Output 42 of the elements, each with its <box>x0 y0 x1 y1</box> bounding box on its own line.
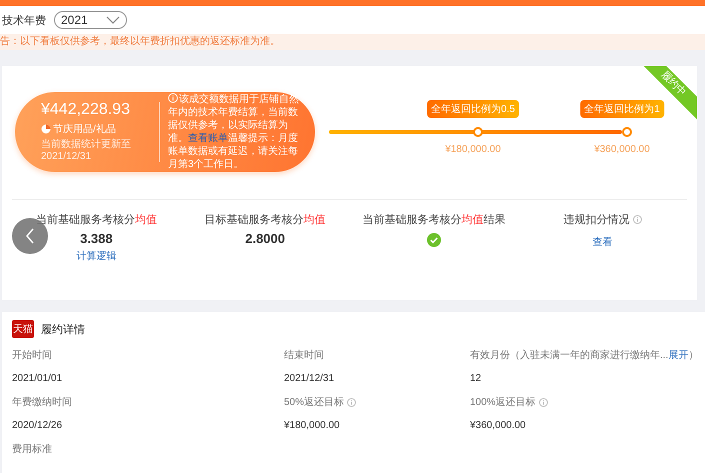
field-label: 年费缴纳时间 <box>12 396 72 409</box>
field-label: 费用标准 <box>12 442 52 456</box>
field-label: 有效月份（入驻未满一年的商家进行缴纳年...展开） <box>470 348 698 362</box>
pie-icon <box>41 124 51 134</box>
expand-link[interactable]: 展开 <box>668 350 688 361</box>
logic-link[interactable]: 计算逻辑 <box>76 249 116 263</box>
field-value: 12 <box>470 373 482 384</box>
field-label: 开始时间 <box>12 348 52 362</box>
bill-link[interactable]: 查看账单 <box>188 133 228 144</box>
info-icon <box>168 93 178 103</box>
milestone-amount: ¥180,000.00 <box>445 144 501 155</box>
milestone-tooltip: 全年返回比例为1 <box>580 100 664 118</box>
brand-logo: 天猫 <box>12 320 34 338</box>
field-label: 100%返还目标 <box>470 396 536 409</box>
field-value: 2021/12/31 <box>284 373 336 384</box>
milestone-tooltip: 全年返回比例为0.5 <box>427 100 519 118</box>
stat-title: 当前基础服务考核分均值结果 <box>362 213 506 227</box>
update-note: 当前数据统计更新至 2021/12/31 <box>41 139 132 163</box>
field-label: 50%返还目标 <box>284 396 344 409</box>
year-select[interactable]: 2021 <box>54 11 127 29</box>
field-value: 2021/01/01 <box>12 373 64 384</box>
stat-title: 违规扣分情况 <box>564 213 630 227</box>
page-label: 技术年费 <box>2 14 46 28</box>
field-label: 结束时间 <box>284 348 324 362</box>
chevron-left-icon <box>25 228 35 244</box>
caret-icon <box>106 16 120 24</box>
milestone-amount: ¥360,000.00 <box>594 144 650 155</box>
notice-text: 告：以下看板仅供参考，最终以年费折扣优惠的返还标准为准。 <box>0 34 705 50</box>
check-icon <box>426 233 441 247</box>
stat-value: 3.388 <box>80 231 113 246</box>
field-value: ¥180,000.00 <box>284 420 341 431</box>
view-link[interactable]: 查看 <box>592 235 613 249</box>
milestone-marker <box>622 127 632 137</box>
stat-title: 目标基础服务考核分均值 <box>204 213 326 227</box>
category-text: 节庆用品/礼品 <box>53 122 116 136</box>
field-value: 2020/12/26 <box>12 420 64 431</box>
milestone-marker <box>473 127 483 137</box>
stat-title: 当前基础服务考核分均值 <box>36 213 157 227</box>
stat-value: 2.8000 <box>245 231 285 246</box>
field-value: ¥360,000.00 <box>470 420 527 431</box>
section-title: 履约详情 <box>41 322 85 336</box>
sales-amount: ¥442,228.93 <box>41 101 131 119</box>
